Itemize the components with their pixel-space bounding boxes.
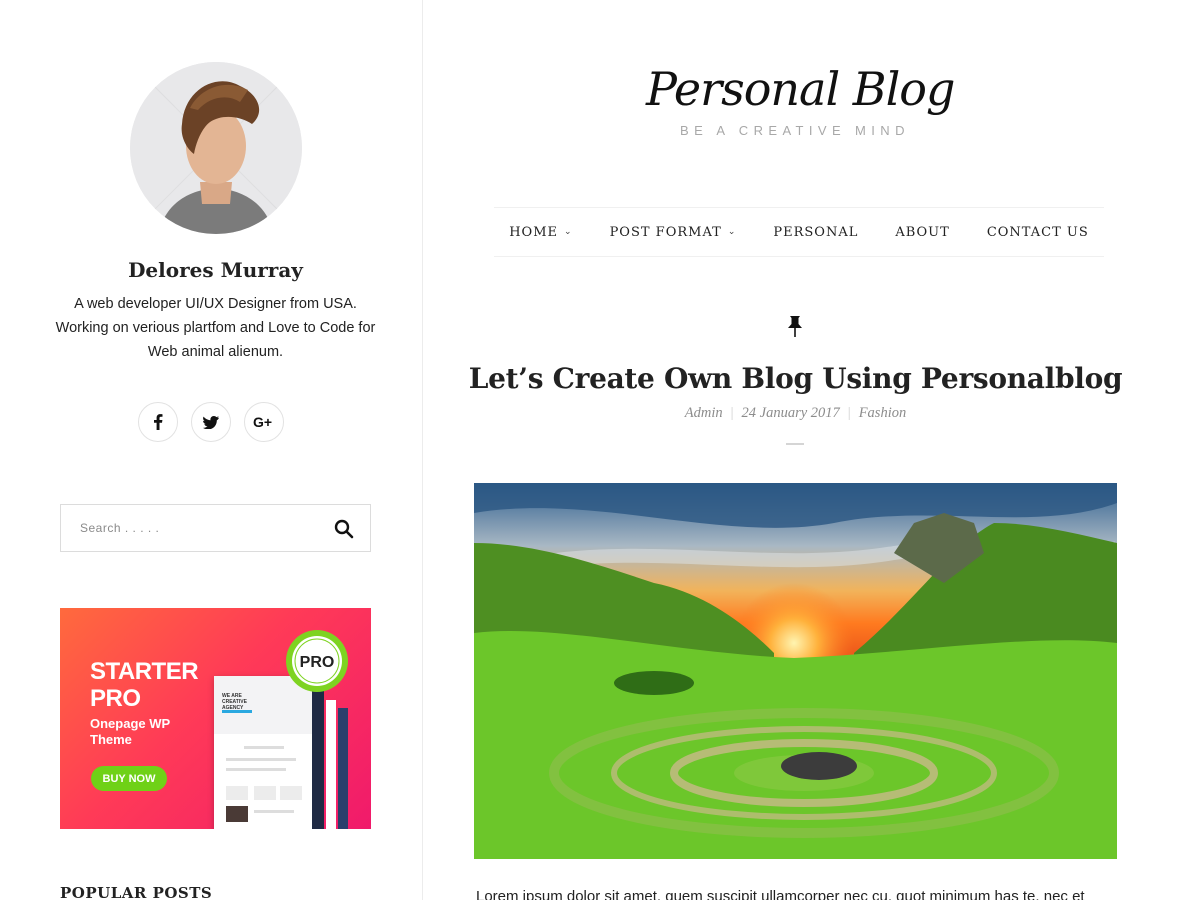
- post-category-link[interactable]: Fashion: [859, 405, 907, 421]
- nav-label: POST FORMAT: [609, 224, 722, 240]
- nav-item-contact[interactable]: CONTACT US: [987, 225, 1089, 240]
- nav-label: PERSONAL: [773, 224, 859, 240]
- buy-now-button[interactable]: BUY NOW: [91, 766, 167, 791]
- author-bio: A web developer UI/UX Designer from USA.…: [55, 296, 376, 360]
- search-icon[interactable]: [334, 519, 354, 539]
- site-tagline: BE A CREATIVE MIND: [680, 123, 910, 138]
- search-input[interactable]: [61, 505, 321, 551]
- pro-badge-icon: PRO: [286, 630, 348, 692]
- post-date[interactable]: 24 January 2017: [742, 405, 840, 421]
- facebook-icon: [154, 414, 163, 430]
- site-logo[interactable]: Personal Blog: [646, 62, 955, 116]
- sidebar: Delores Murray A web developer UI/UX Des…: [0, 0, 423, 900]
- pin-icon: [788, 316, 802, 337]
- main-content: Personal Blog BE A CREATIVE MIND HOME ⌄ …: [424, 0, 1200, 900]
- badge-label: PRO: [300, 654, 335, 671]
- post-meta: Admin | 24 January 2017 | Fashion: [684, 405, 907, 421]
- chevron-down-icon: ⌄: [564, 227, 573, 237]
- svg-text:G+: G+: [253, 415, 272, 429]
- promo-subtitle: Onepage WP Theme: [90, 716, 170, 747]
- promo-title: STARTER PRO: [90, 658, 199, 712]
- nav-label: ABOUT: [895, 224, 950, 240]
- google-plus-button[interactable]: G+: [244, 402, 284, 442]
- post-featured-image[interactable]: [474, 483, 1117, 859]
- nav-item-post-format[interactable]: POST FORMAT ⌄: [610, 225, 737, 240]
- promo-banner[interactable]: STARTER PRO Onepage WP Theme BUY NOW WE …: [60, 608, 371, 829]
- twitter-icon: [203, 415, 219, 429]
- twitter-button[interactable]: [191, 402, 231, 442]
- nav-label: HOME: [509, 224, 559, 240]
- popular-posts-heading: POPULAR POSTS: [60, 884, 213, 900]
- nav-item-about[interactable]: ABOUT: [895, 225, 949, 240]
- nav-item-personal[interactable]: PERSONAL: [773, 225, 858, 240]
- author-avatar: [130, 62, 302, 234]
- theme-preview-image: WE ARE CREATIVE AGENCY: [214, 676, 312, 829]
- main-nav: HOME ⌄ POST FORMAT ⌄ PERSONAL ABOUT CONT…: [494, 207, 1104, 257]
- search-box: [60, 504, 371, 552]
- post-title[interactable]: Let’s Create Own Blog Using Personalblog: [424, 362, 1167, 395]
- nav-label: CONTACT US: [986, 224, 1089, 240]
- preview-heading: WE ARE CREATIVE AGENCY: [222, 693, 247, 711]
- nav-item-home[interactable]: HOME ⌄: [509, 225, 572, 240]
- facebook-button[interactable]: [138, 402, 178, 442]
- divider: [786, 443, 804, 445]
- post-author-link[interactable]: Admin: [685, 405, 723, 421]
- post-excerpt: Lorem ipsum dolor sit amet, quem suscipi…: [476, 888, 1085, 900]
- chevron-down-icon: ⌄: [727, 227, 737, 237]
- google-plus-icon: G+: [253, 415, 272, 429]
- social-links: G+: [138, 402, 284, 442]
- author-name: Delores Murray: [128, 258, 303, 282]
